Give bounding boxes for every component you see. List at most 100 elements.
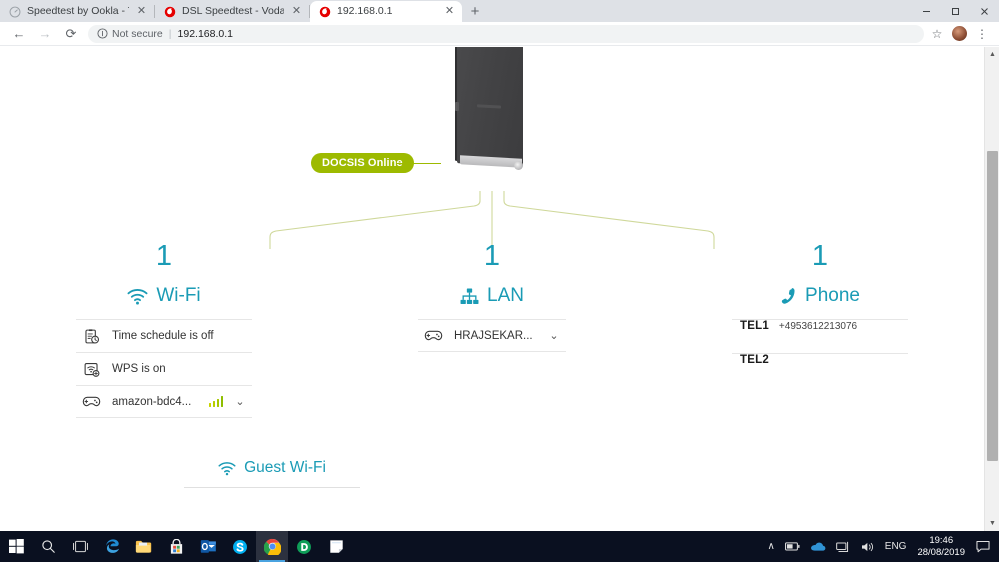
row-lan-device[interactable]: HRAJSEKAR... ⌄ bbox=[418, 319, 566, 352]
windows-taskbar: ∧ ENG 19:46 28/08/2019 bbox=[0, 531, 999, 562]
tab-close-icon[interactable]: ✕ bbox=[290, 5, 303, 18]
vodafone-logo-icon bbox=[319, 6, 331, 17]
volume-icon[interactable] bbox=[856, 531, 880, 562]
page-scrollbar[interactable]: ▲ ▼ bbox=[984, 47, 999, 531]
tab-close-icon[interactable]: ✕ bbox=[443, 5, 456, 18]
window-controls bbox=[912, 0, 999, 22]
router-body bbox=[457, 47, 523, 167]
row-wps[interactable]: WPS is on bbox=[76, 352, 252, 385]
scroll-up-button[interactable]: ▲ bbox=[985, 47, 999, 62]
new-tab-button[interactable]: + bbox=[462, 1, 488, 22]
lan-label: LAN bbox=[487, 285, 524, 306]
time-schedule-label: Time schedule is off bbox=[112, 330, 214, 342]
wifi-device-chevron-down-icon[interactable]: ⌄ bbox=[234, 395, 246, 408]
tab-close-icon[interactable]: ✕ bbox=[135, 5, 148, 18]
language-indicator[interactable]: ENG bbox=[880, 531, 912, 562]
browser-toolbar: ← → ⟳ Not secure | 192.168.0.1 ☆ ⋮ bbox=[0, 22, 999, 46]
phone-label: Phone bbox=[805, 285, 860, 306]
maximize-button[interactable] bbox=[941, 0, 970, 22]
wifi-icon bbox=[127, 288, 148, 305]
network-icon[interactable] bbox=[831, 531, 856, 562]
tab-title: DSL Speedtest - Vodafone bbox=[182, 5, 284, 17]
scrollbar-thumb[interactable] bbox=[987, 151, 998, 461]
clock-time: 19:46 bbox=[929, 534, 954, 546]
battery-icon[interactable] bbox=[780, 531, 805, 562]
phone-header[interactable]: Phone bbox=[780, 285, 860, 307]
speedtest-gauge-icon bbox=[9, 6, 21, 17]
browser-tab-3[interactable]: 192.168.0.1 ✕ bbox=[310, 1, 462, 22]
phone-line-count: 1 bbox=[811, 240, 829, 272]
edge-icon[interactable] bbox=[96, 531, 128, 562]
search-icon[interactable] bbox=[32, 531, 64, 562]
scroll-down-button[interactable]: ▼ bbox=[985, 516, 999, 531]
windows-start-icon[interactable] bbox=[0, 531, 32, 562]
wifi-label: Wi-Fi bbox=[156, 285, 201, 306]
chrome-icon[interactable] bbox=[256, 531, 288, 562]
wifi-device-count: 1 bbox=[155, 240, 173, 272]
gamepad-icon bbox=[82, 395, 101, 408]
router-port bbox=[455, 102, 459, 111]
page-viewport: DOCSIS Online 1 Wi-Fi Time schedule is o… bbox=[0, 47, 999, 531]
profile-avatar[interactable] bbox=[952, 26, 967, 41]
wifi-card: Time schedule is off WPS is on amazon-bd… bbox=[76, 319, 252, 418]
onedrive-cloud-icon[interactable] bbox=[805, 531, 831, 562]
router-illustration bbox=[455, 47, 527, 187]
close-window-button[interactable] bbox=[970, 0, 999, 22]
dashlane-icon[interactable] bbox=[288, 531, 320, 562]
row-time-schedule[interactable]: Time schedule is off bbox=[76, 319, 252, 352]
clock-date: 28/08/2019 bbox=[917, 546, 965, 558]
forward-button: → bbox=[38, 26, 52, 41]
wps-label: WPS is on bbox=[112, 363, 166, 375]
router-dashboard: DOCSIS Online 1 Wi-Fi Time schedule is o… bbox=[0, 47, 984, 531]
wifi-header[interactable]: Wi-Fi bbox=[127, 285, 201, 307]
url-text: 192.168.0.1 bbox=[177, 27, 233, 40]
taskbar-clock[interactable]: 19:46 28/08/2019 bbox=[911, 531, 971, 562]
lan-card: HRAJSEKAR... ⌄ bbox=[418, 319, 566, 352]
gamepad-icon bbox=[424, 329, 443, 342]
wifi-device-name: amazon-bdc4... bbox=[112, 395, 192, 408]
lan-device-chevron-down-icon[interactable]: ⌄ bbox=[548, 329, 560, 342]
guest-wifi-section[interactable]: Guest Wi-Fi bbox=[184, 459, 360, 488]
sticky-notes-icon[interactable] bbox=[320, 531, 352, 562]
action-center-icon[interactable] bbox=[971, 531, 995, 562]
badge-connector-line bbox=[396, 163, 441, 164]
signal-strength-icon bbox=[208, 396, 223, 407]
outlook-icon[interactable] bbox=[192, 531, 224, 562]
chrome-menu-icon[interactable]: ⋮ bbox=[971, 27, 993, 41]
task-view-icon[interactable] bbox=[64, 531, 96, 562]
tel2-key: TEL2 bbox=[740, 354, 769, 366]
microsoft-store-icon[interactable] bbox=[160, 531, 192, 562]
minimize-button[interactable] bbox=[912, 0, 941, 22]
tel1-number: +4953612213076 bbox=[778, 321, 858, 332]
browser-tab-strip: Speedtest by Ookla - The Global ✕ DSL Sp… bbox=[0, 0, 999, 22]
lan-device-name: HRAJSEKAR... bbox=[454, 329, 533, 342]
lan-header[interactable]: LAN bbox=[460, 285, 524, 307]
wps-icon bbox=[82, 361, 101, 378]
row-tel1: TEL1 +4953612213076 bbox=[732, 319, 908, 353]
security-status[interactable]: Not secure bbox=[97, 28, 163, 40]
address-bar[interactable]: Not secure | 192.168.0.1 bbox=[88, 24, 924, 43]
show-hidden-icons-button[interactable]: ∧ bbox=[762, 531, 779, 562]
back-button[interactable]: ← bbox=[6, 22, 32, 46]
skype-icon[interactable] bbox=[224, 531, 256, 562]
row-wifi-device[interactable]: amazon-bdc4... ⌄ bbox=[76, 385, 252, 418]
security-label: Not secure bbox=[112, 27, 163, 40]
system-tray: ∧ ENG 19:46 28/08/2019 bbox=[762, 531, 999, 562]
info-circle-icon bbox=[97, 28, 108, 39]
browser-tab-1[interactable]: Speedtest by Ookla - The Global ✕ bbox=[0, 1, 154, 22]
bookmark-star-icon[interactable]: ☆ bbox=[926, 27, 948, 41]
tab-title: Speedtest by Ookla - The Global bbox=[27, 5, 129, 17]
phone-handset-icon bbox=[781, 288, 795, 304]
reload-button[interactable]: ⟳ bbox=[58, 22, 84, 46]
column-phone: 1 Phone TEL1 +4953612213076 TEL2 bbox=[656, 242, 984, 418]
browser-tab-2[interactable]: DSL Speedtest - Vodafone ✕ bbox=[155, 1, 309, 22]
lan-tree-icon bbox=[460, 287, 479, 304]
tab-title: 192.168.0.1 bbox=[337, 5, 393, 17]
file-explorer-icon[interactable] bbox=[128, 531, 160, 562]
router-status-led bbox=[514, 161, 523, 170]
wifi-icon bbox=[218, 461, 236, 475]
vodafone-logo-icon bbox=[164, 6, 176, 17]
guest-wifi-header[interactable]: Guest Wi-Fi bbox=[218, 459, 326, 477]
taskbar-icons bbox=[0, 531, 352, 562]
tel1-key: TEL1 bbox=[740, 320, 769, 332]
